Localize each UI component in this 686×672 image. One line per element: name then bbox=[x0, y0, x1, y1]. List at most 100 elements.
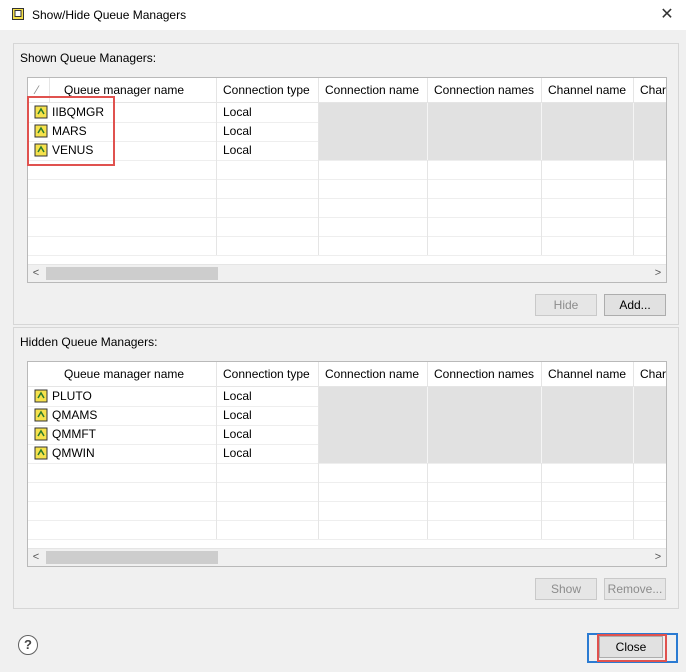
queue-manager-icon bbox=[34, 446, 48, 460]
hidden-queue-managers-group: Hidden Queue Managers: Queue manager nam… bbox=[13, 327, 679, 609]
show-button[interactable]: Show bbox=[535, 578, 597, 600]
queue-manager-name-cell: VENUS bbox=[28, 141, 217, 160]
close-window-icon[interactable]: ✕ bbox=[656, 4, 678, 26]
table-row[interactable]: QMAMS Local bbox=[28, 406, 666, 426]
empty-row bbox=[28, 160, 666, 180]
queue-manager-icon bbox=[34, 427, 48, 441]
column-header-channel-name[interactable]: Channel name bbox=[542, 78, 634, 102]
connection-name-cell bbox=[319, 406, 428, 425]
connection-names-cell bbox=[428, 425, 542, 444]
scroll-left-icon[interactable]: < bbox=[28, 265, 44, 282]
channel-name-cell bbox=[542, 444, 634, 463]
queue-manager-icon bbox=[34, 389, 48, 403]
channel-extra-cell bbox=[634, 444, 666, 463]
close-button[interactable]: Close bbox=[599, 636, 663, 658]
horizontal-scrollbar[interactable]: < > bbox=[28, 264, 666, 282]
column-header-connection-names[interactable]: Connection names bbox=[428, 362, 542, 386]
queue-manager-name: MARS bbox=[52, 124, 87, 138]
column-header-connection-name[interactable]: Connection name bbox=[319, 78, 428, 102]
connection-names-cell bbox=[428, 406, 542, 425]
connection-type-cell: Local bbox=[217, 425, 319, 444]
scroll-right-icon[interactable]: > bbox=[650, 549, 666, 566]
connection-type-cell: Local bbox=[217, 444, 319, 463]
connection-type-cell: Local bbox=[217, 103, 319, 122]
queue-manager-name: PLUTO bbox=[52, 389, 92, 403]
connection-name-cell bbox=[319, 122, 428, 141]
connection-name-cell bbox=[319, 425, 428, 444]
table-row[interactable]: IIBQMGR Local bbox=[28, 103, 666, 123]
column-header-queue-manager-name[interactable]: Queue manager name bbox=[50, 78, 217, 102]
remove-button[interactable]: Remove... bbox=[604, 578, 666, 600]
queue-manager-icon bbox=[34, 143, 48, 157]
empty-row bbox=[28, 501, 666, 521]
sort-indicator-icon[interactable]: ⁄ bbox=[28, 78, 50, 102]
scroll-left-icon[interactable]: < bbox=[28, 549, 44, 566]
hidden-table[interactable]: Queue manager name Connection type Conne… bbox=[27, 361, 667, 567]
queue-manager-icon bbox=[34, 124, 48, 138]
queue-manager-name: VENUS bbox=[52, 143, 94, 157]
add-button[interactable]: Add... bbox=[604, 294, 666, 316]
queue-manager-name: IIBQMGR bbox=[52, 105, 105, 119]
empty-row bbox=[28, 198, 666, 218]
channel-extra-cell bbox=[634, 122, 666, 141]
table-row[interactable]: MARS Local bbox=[28, 122, 666, 142]
scroll-thumb[interactable] bbox=[46, 551, 218, 564]
column-header-channel-truncated[interactable]: Char bbox=[634, 362, 666, 386]
channel-name-cell bbox=[542, 122, 634, 141]
column-header-queue-manager-name[interactable]: Queue manager name bbox=[28, 362, 217, 386]
hidden-table-header: Queue manager name Connection type Conne… bbox=[28, 362, 666, 387]
connection-name-cell bbox=[319, 387, 428, 406]
table-row[interactable]: QMMFT Local bbox=[28, 425, 666, 445]
empty-row bbox=[28, 217, 666, 237]
channel-extra-cell bbox=[634, 387, 666, 406]
column-header-connection-names[interactable]: Connection names bbox=[428, 78, 542, 102]
queue-manager-name: QMMFT bbox=[52, 427, 96, 441]
empty-row bbox=[28, 482, 666, 502]
window-title: Show/Hide Queue Managers bbox=[32, 8, 187, 22]
table-row[interactable]: PLUTO Local bbox=[28, 387, 666, 407]
connection-type-cell: Local bbox=[217, 406, 319, 425]
table-row[interactable]: VENUS Local bbox=[28, 141, 666, 161]
channel-name-cell bbox=[542, 406, 634, 425]
queue-manager-name: QMAMS bbox=[52, 408, 98, 422]
horizontal-scrollbar[interactable]: < > bbox=[28, 548, 666, 566]
connection-type-cell: Local bbox=[217, 141, 319, 160]
column-header-channel-name[interactable]: Channel name bbox=[542, 362, 634, 386]
queue-manager-name-cell: MARS bbox=[28, 122, 217, 141]
channel-name-cell bbox=[542, 103, 634, 122]
scroll-thumb[interactable] bbox=[46, 267, 218, 280]
queue-manager-app-icon bbox=[12, 8, 24, 20]
connection-type-cell: Local bbox=[217, 387, 319, 406]
queue-manager-name-cell: PLUTO bbox=[28, 387, 217, 406]
table-row[interactable]: QMWIN Local bbox=[28, 444, 666, 464]
queue-manager-name-cell: QMWIN bbox=[28, 444, 217, 463]
queue-manager-name: QMWIN bbox=[52, 446, 95, 460]
scroll-right-icon[interactable]: > bbox=[650, 265, 666, 282]
hidden-group-label: Hidden Queue Managers: bbox=[20, 335, 158, 349]
empty-row bbox=[28, 520, 666, 540]
queue-manager-name-cell: QMAMS bbox=[28, 406, 217, 425]
connection-names-cell bbox=[428, 103, 542, 122]
shown-queue-managers-group: Shown Queue Managers: ⁄ Queue manager na… bbox=[13, 43, 679, 325]
help-icon[interactable]: ? bbox=[18, 635, 38, 655]
channel-name-cell bbox=[542, 425, 634, 444]
column-header-connection-type[interactable]: Connection type bbox=[217, 78, 319, 102]
shown-table[interactable]: ⁄ Queue manager name Connection type Con… bbox=[27, 77, 667, 283]
connection-type-cell: Local bbox=[217, 122, 319, 141]
connection-name-cell bbox=[319, 444, 428, 463]
channel-name-cell bbox=[542, 387, 634, 406]
connection-name-cell bbox=[319, 141, 428, 160]
connection-names-cell bbox=[428, 141, 542, 160]
column-header-connection-name[interactable]: Connection name bbox=[319, 362, 428, 386]
shown-table-header: ⁄ Queue manager name Connection type Con… bbox=[28, 78, 666, 103]
hide-button[interactable]: Hide bbox=[535, 294, 597, 316]
channel-name-cell bbox=[542, 141, 634, 160]
channel-extra-cell bbox=[634, 103, 666, 122]
empty-row bbox=[28, 463, 666, 483]
connection-name-cell bbox=[319, 103, 428, 122]
queue-manager-name-cell: IIBQMGR bbox=[28, 103, 217, 122]
column-header-channel-truncated[interactable]: Char bbox=[634, 78, 666, 102]
queue-manager-name-cell: QMMFT bbox=[28, 425, 217, 444]
title-bar: Show/Hide Queue Managers ✕ bbox=[0, 0, 686, 30]
column-header-connection-type[interactable]: Connection type bbox=[217, 362, 319, 386]
